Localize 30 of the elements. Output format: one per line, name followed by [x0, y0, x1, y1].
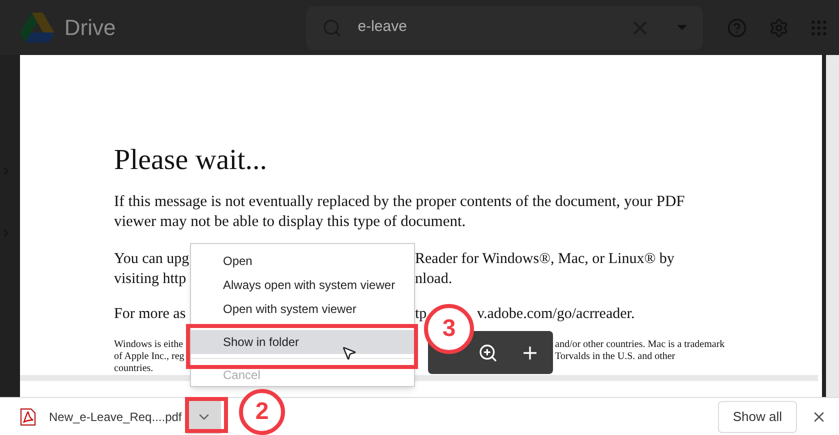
- file-name[interactable]: New_e-Leave_Req....pdf: [49, 408, 182, 426]
- menu-item[interactable]: Open with system viewer: [191, 297, 414, 321]
- document-text: v.adobe.com/go/acrreader.: [477, 305, 635, 324]
- app-name: Drive: [64, 14, 116, 42]
- document-text: You can upg: [114, 251, 190, 267]
- pdf-file-icon: [20, 408, 36, 426]
- footnote-text: Torvalds in the U.S. and other: [555, 351, 676, 363]
- document-text: nload.: [415, 270, 452, 289]
- footnote-text: Windows is eithe: [114, 339, 184, 350]
- highlight-frame: [185, 397, 228, 433]
- caret-icon[interactable]: [677, 24, 688, 30]
- document-text: For more as: [114, 306, 186, 322]
- footnote-text: countries.: [114, 363, 154, 374]
- menu-item[interactable]: Show in folder: [191, 330, 414, 354]
- document-paragraph: If this message is not eventually replaced by the proper contents of the document, your PDF viewer may not be able to display this type of document.: [114, 192, 686, 232]
- document-text: visiting http: [114, 271, 186, 287]
- document-title: Please wait...: [114, 143, 268, 178]
- show-all-button[interactable]: Show all: [718, 400, 797, 432]
- document-text: tp: [415, 306, 427, 322]
- search-value: e-leave: [358, 17, 407, 38]
- mouse-cursor-icon: [341, 345, 357, 361]
- menu-item[interactable]: Always open with system viewer: [191, 273, 414, 297]
- menu-item[interactable]: Open: [191, 249, 414, 273]
- document-text: Reader for Windows®, Mac, or Linux® by: [415, 250, 674, 269]
- footnote-text: of Apple Inc., reg: [114, 351, 184, 362]
- footnote-text: and/or other countries. Mac is a trademark: [555, 339, 725, 351]
- triangle-logo-icon: [20, 11, 54, 44]
- search-field[interactable]: e-leave: [306, 6, 704, 50]
- vertical-scrollbar[interactable]: [826, 55, 839, 397]
- zoom-in-icon[interactable]: [478, 342, 498, 362]
